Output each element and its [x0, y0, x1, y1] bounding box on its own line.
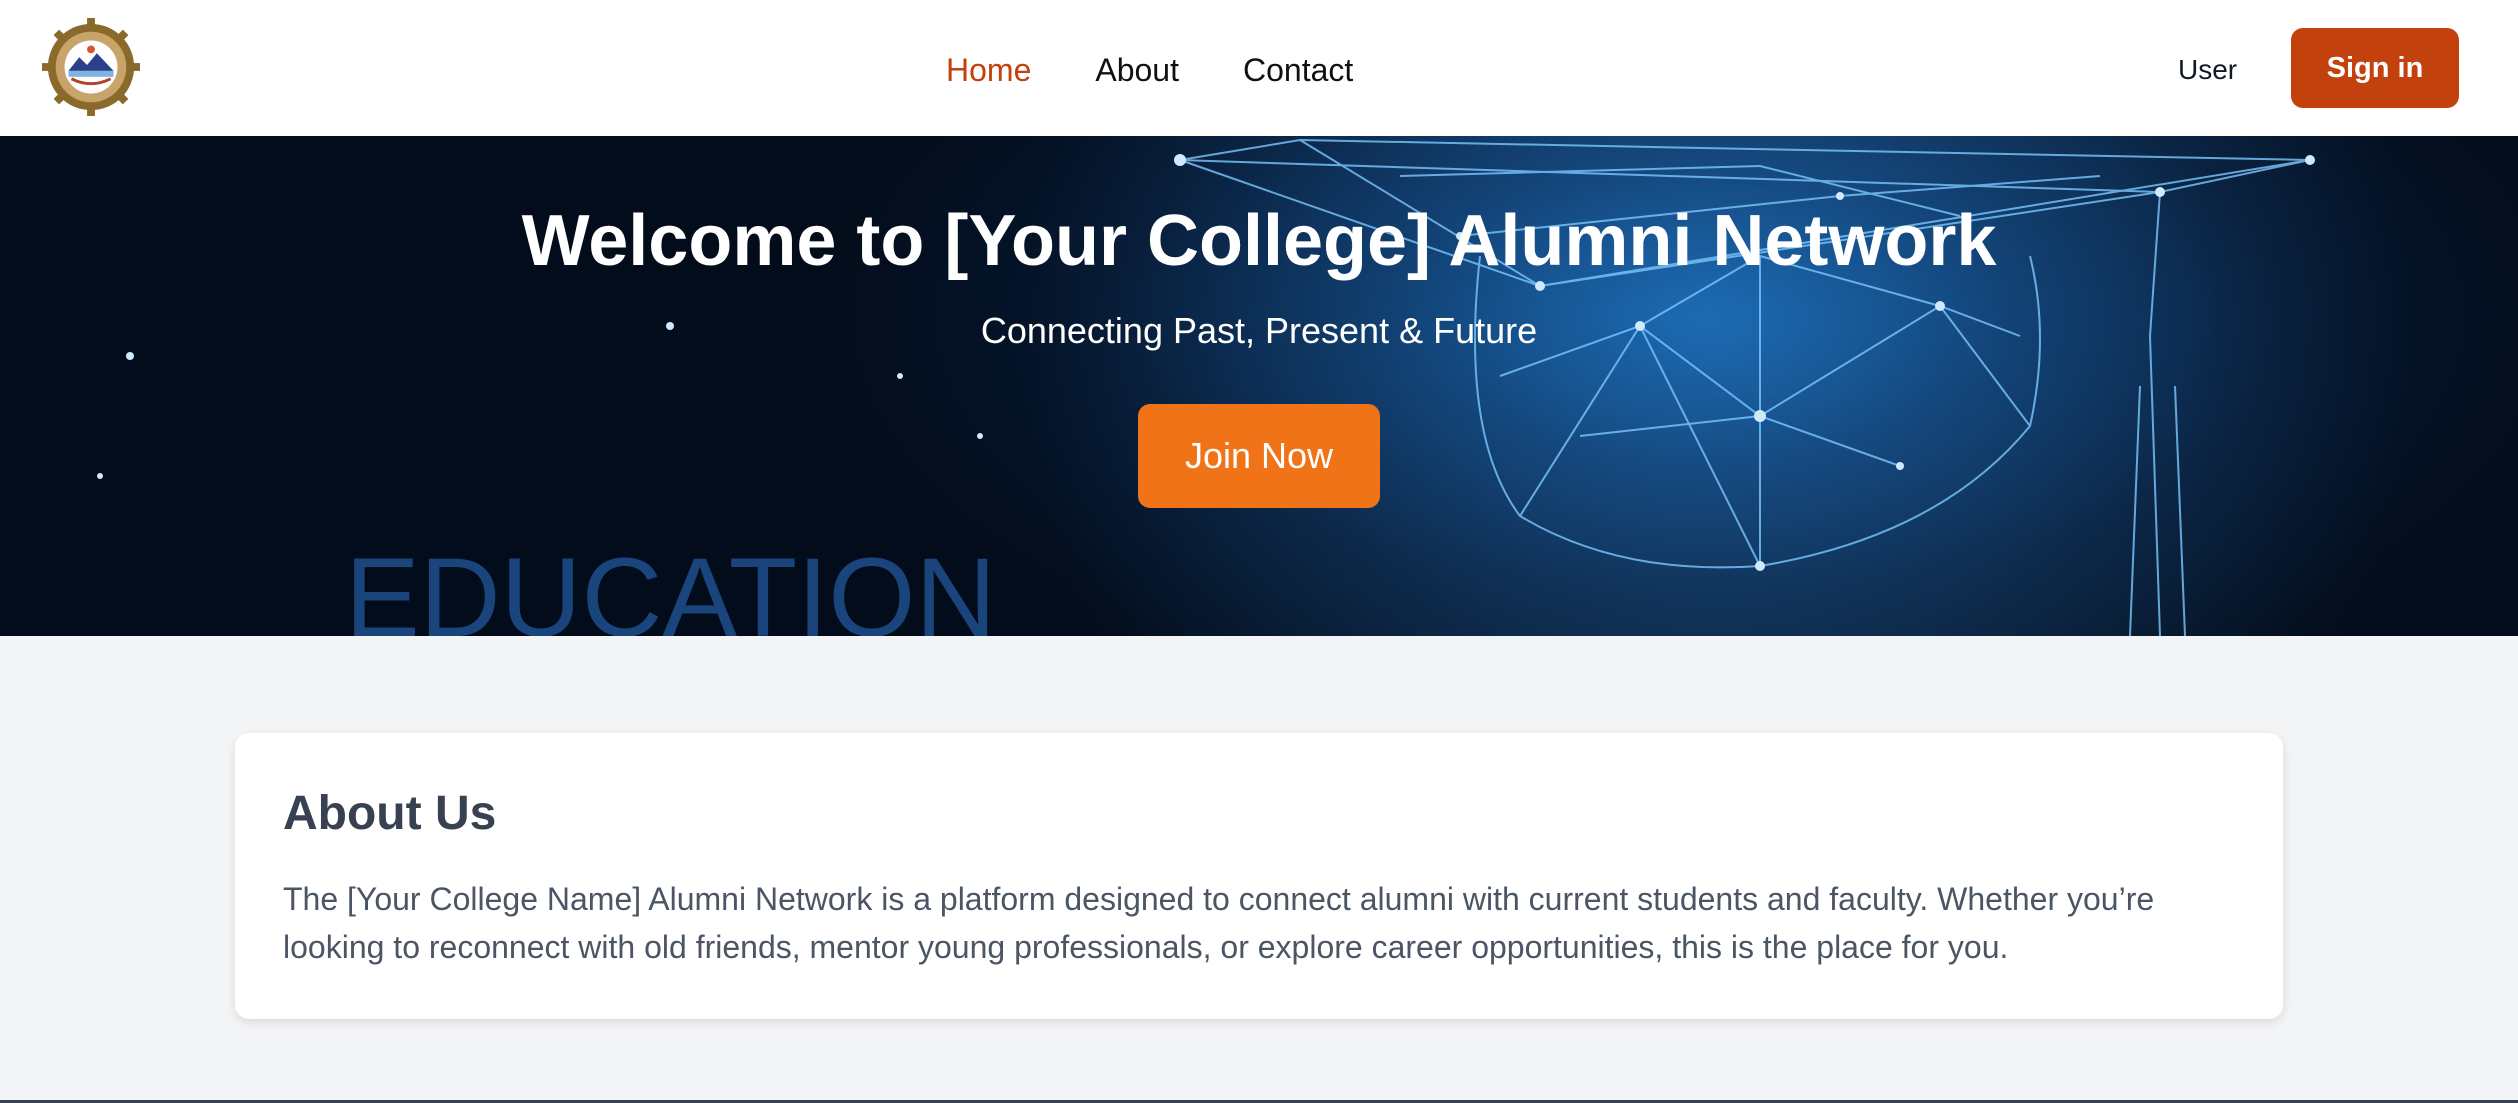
background-word: EDUCATION: [345, 535, 996, 636]
hero-banner: EDUCATION Welcome to [Your College] Alum…: [0, 136, 2518, 636]
join-now-button[interactable]: Join Now: [1138, 404, 1380, 508]
navbar: Home About Contact User Sign in: [0, 0, 2518, 136]
nav-link-about[interactable]: About: [1095, 48, 1179, 92]
hero-title: Welcome to [Your College] Alumni Network: [521, 201, 1997, 281]
college-logo[interactable]: [42, 18, 140, 116]
sign-in-button[interactable]: Sign in: [2291, 28, 2459, 108]
about-title: About Us: [283, 787, 497, 840]
nav-link-contact[interactable]: Contact: [1243, 48, 1353, 92]
nav-link-home[interactable]: Home: [946, 48, 1031, 92]
about-card: About Us The [Your College Name] Alumni …: [235, 733, 2283, 1019]
about-text: The [Your College Name] Alumni Network i…: [283, 881, 2155, 965]
user-link[interactable]: User: [2178, 50, 2237, 90]
hero-subtitle: Connecting Past, Present & Future: [980, 310, 1538, 351]
main-nav: Home About Contact: [946, 48, 1353, 92]
